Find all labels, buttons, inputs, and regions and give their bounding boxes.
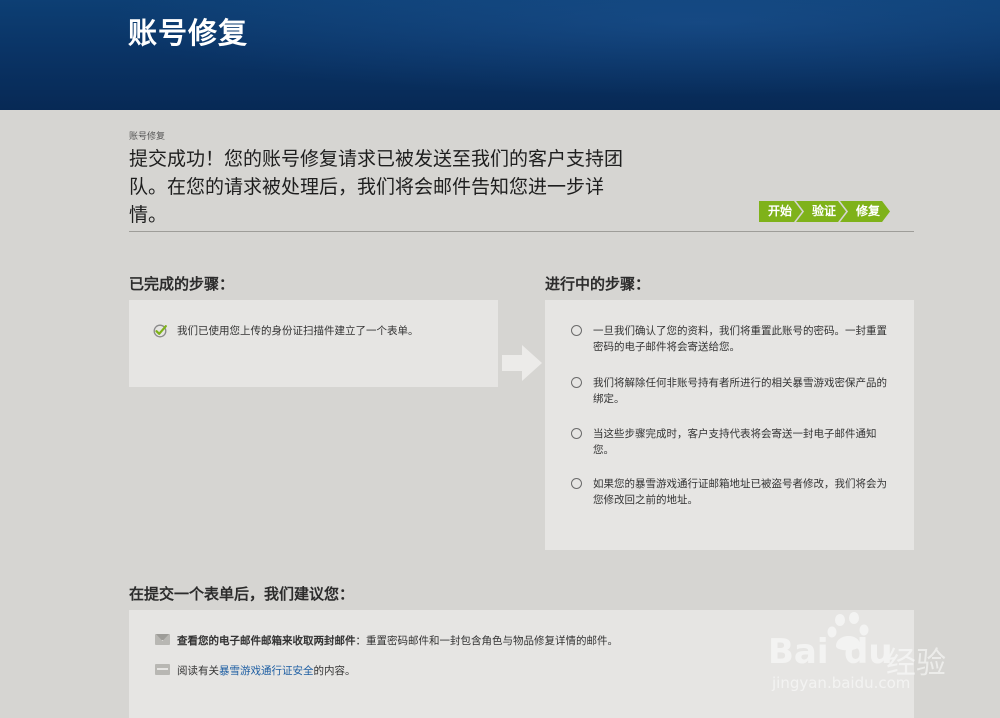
advice-email-rest: ：重置密码邮件和一封包含角色与物品修复详情的邮件。 (355, 635, 619, 647)
baidu-watermark: Bai du 经验 jingyan.baidu.com (768, 612, 978, 692)
in-progress-steps-title: 进行中的步骤： (545, 275, 651, 293)
radio-icon (571, 377, 582, 388)
step-verify: 验证 (796, 201, 846, 222)
completed-item: 我们已使用您上传的身份证扫描件建立了一个表单。 (177, 325, 419, 337)
advice-security-suffix: 的内容。 (313, 665, 356, 677)
radio-icon (571, 325, 582, 336)
progress-item: 当这些步骤完成时，客户支持代表将会寄送一封电子邮件通知您。 (593, 428, 877, 456)
security-link[interactable]: 暴雪游戏通行证安全 (219, 665, 314, 677)
step-repair: 修复 (840, 201, 890, 222)
watermark-brand: Bai (768, 632, 829, 672)
advice-item-email: 查看您的电子邮件邮箱来收取两封邮件：重置密码邮件和一封包含角色与物品修复详情的邮… (177, 633, 777, 649)
success-message: 提交成功！您的账号修复请求已被发送至我们的客户支持团队。在您的请求被处理后，我们… (129, 148, 624, 226)
arrow-right-icon (502, 345, 542, 381)
header-banner: 账号修复 (0, 0, 1000, 110)
advice-title: 在提交一个表单后，我们建议您： (129, 585, 355, 603)
step-start: 开始 (759, 201, 802, 222)
divider (129, 231, 914, 232)
advice-email-bold: 查看您的电子邮件邮箱来收取两封邮件 (177, 635, 356, 647)
progress-item: 如果您的暴雪游戏通行证邮箱地址已被盗号者修改，我们将会为您修改回之前的地址。 (593, 478, 887, 506)
radio-icon (571, 478, 582, 489)
watermark-url: jingyan.baidu.com (772, 674, 911, 692)
progress-item: 我们将解除任何非账号持有者所进行的相关暴雪游戏密保产品的绑定。 (593, 377, 887, 405)
progress-steps: 开始 验证 修复 (759, 201, 884, 222)
page-title: 账号修复 (128, 16, 249, 50)
breadcrumb[interactable]: 账号修复 (129, 129, 165, 142)
completed-steps-title: 已完成的步骤： (129, 275, 235, 293)
check-icon (153, 324, 167, 338)
mail-icon (155, 634, 170, 645)
advice-item-security: 阅读有关暴雪游戏通行证安全的内容。 (177, 663, 777, 679)
radio-icon (571, 428, 582, 439)
completed-steps-panel (129, 300, 498, 387)
card-icon (155, 664, 170, 675)
progress-item: 一旦我们确认了您的资料，我们将重置此账号的密码。一封重置密码的电子邮件将会寄送给… (593, 325, 887, 353)
advice-security-prefix: 阅读有关 (177, 665, 219, 677)
